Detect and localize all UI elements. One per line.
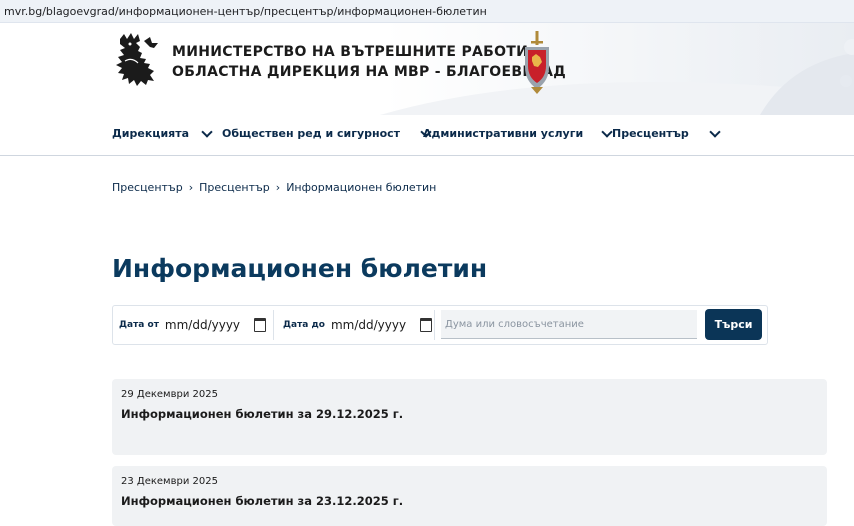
nav-item-press-center[interactable]: Пресцентър (612, 121, 721, 145)
breadcrumb: Пресцентър › Пресцентър › Информационен … (112, 181, 436, 194)
breadcrumb-link-press-center-2[interactable]: Пресцентър (199, 181, 270, 194)
result-card[interactable]: 23 Декември 2025 Информационен бюлетин з… (112, 466, 827, 526)
breadcrumb-separator: › (188, 181, 194, 194)
nav-item-public-order[interactable]: Обществен ред и сигурност (222, 121, 432, 145)
date-to-input[interactable]: mm/dd/yyyy (331, 318, 406, 332)
directorate-title: ОБЛАСТНА ДИРЕКЦИЯ НА МВР - БЛАГОЕВГРАД (172, 64, 567, 80)
calendar-icon[interactable] (254, 318, 267, 332)
breadcrumb-link-press-center[interactable]: Пресцентър (112, 181, 183, 194)
date-to-label: Дата до (283, 320, 325, 330)
site-header: МИНИСТЕРСТВО НА ВЪТРЕШНИТЕ РАБОТИ ОБЛАСТ… (0, 23, 854, 115)
divider (273, 310, 274, 340)
result-date: 23 Декември 2025 (121, 476, 218, 487)
browser-address-bar[interactable]: mvr.bg/blagoevgrad/информационен-център/… (0, 0, 854, 23)
divider (434, 310, 435, 340)
result-card[interactable]: 29 Декември 2025 Информационен бюлетин з… (112, 379, 827, 455)
nav-item-label: Административни услуги (423, 126, 584, 140)
date-from-field[interactable]: Дата от mm/dd/yyyy (119, 306, 267, 344)
mvr-crest-icon (525, 31, 549, 94)
search-input[interactable] (441, 310, 697, 339)
date-from-input[interactable]: mm/dd/yyyy (165, 318, 240, 332)
filter-bar: Дата от mm/dd/yyyy Дата до mm/dd/yyyy Тъ… (112, 305, 768, 345)
breadcrumb-separator: › (275, 181, 281, 194)
calendar-icon[interactable] (420, 318, 433, 332)
date-from-label: Дата от (119, 320, 159, 330)
ministry-title: МИНИСТЕРСТВО НА ВЪТРЕШНИТЕ РАБОТИ (172, 44, 529, 60)
url-text[interactable]: mvr.bg/blagoevgrad/информационен-център/… (4, 5, 487, 18)
page-title: Информационен бюлетин (112, 254, 488, 283)
chevron-down-icon (709, 126, 721, 138)
nav-item-label: Обществен ред и сигурност (222, 126, 401, 140)
result-title-link[interactable]: Информационен бюлетин за 29.12.2025 г. (121, 407, 403, 421)
main-navigation: Дирекцията Обществен ред и сигурност Адм… (0, 115, 854, 156)
nav-item-admin-services[interactable]: Административни услуги (423, 121, 613, 145)
nav-item-label: Дирекцията (112, 126, 190, 140)
result-date: 29 Декември 2025 (121, 389, 218, 400)
nav-item-directorate[interactable]: Дирекцията (112, 121, 213, 145)
header-titles: МИНИСТЕРСТВО НА ВЪТРЕШНИТЕ РАБОТИ ОБЛАСТ… (172, 43, 566, 81)
lion-coat-of-arms-icon[interactable] (110, 31, 162, 87)
result-title-link[interactable]: Информационен бюлетин за 23.12.2025 г. (121, 494, 403, 508)
chevron-down-icon (201, 126, 213, 138)
search-button[interactable]: Търси (705, 309, 762, 340)
breadcrumb-current: Информационен бюлетин (286, 181, 437, 194)
date-to-field[interactable]: Дата до mm/dd/yyyy (283, 306, 433, 344)
nav-item-label: Пресцентър (612, 126, 689, 140)
